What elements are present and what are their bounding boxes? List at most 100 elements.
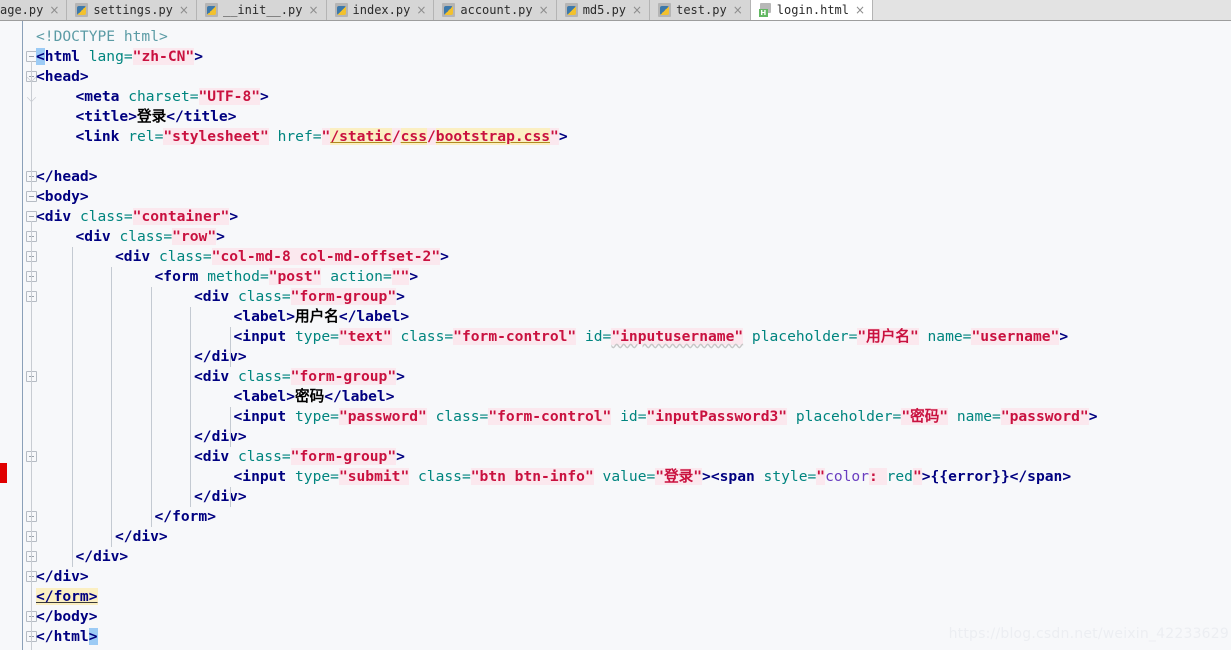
code-token-cssprop: color xyxy=(825,468,870,485)
code-token-attr: name= xyxy=(948,408,1001,425)
code-line: <div class="form-group"> xyxy=(194,287,405,307)
code-token-tag: </title> xyxy=(166,108,237,125)
tab-close-icon[interactable]: × xyxy=(733,4,743,16)
editor-tab-test-py[interactable]: test.py × xyxy=(650,0,751,20)
code-token-tag: <input xyxy=(233,328,287,345)
editor-tab-label: md5.py xyxy=(582,3,627,17)
code-token-tag: </head> xyxy=(36,168,98,185)
editor-tab-age-py[interactable]: age.py × xyxy=(0,0,68,20)
editor-tab-init-py[interactable]: __init__.py × xyxy=(196,0,327,20)
tab-close-icon[interactable]: × xyxy=(179,4,189,16)
code-line: <label>用户名</label> xyxy=(234,307,410,327)
code-token-tag: </label> xyxy=(338,308,410,325)
editor-tab-index-py[interactable]: index.py × xyxy=(326,0,435,20)
editor-tab-label: test.py xyxy=(676,3,727,17)
code-line: <input type="text" class="form-control" … xyxy=(233,327,1068,347)
code-token-str: "form-group" xyxy=(290,368,397,385)
code-line: <title>登录</title> xyxy=(76,107,237,127)
code-token-tag: <div xyxy=(194,288,230,305)
code-line: <div class="form-group"> xyxy=(194,367,405,387)
code-token-attr: lang= xyxy=(79,48,133,65)
code-token-zhtxt: 用户名 xyxy=(295,308,339,325)
code-token-str: "submit" xyxy=(338,468,410,485)
tab-close-icon[interactable]: × xyxy=(632,4,642,16)
python-file-icon xyxy=(334,3,348,17)
code-token-warnhl: </form> xyxy=(36,588,98,605)
code-token-tag: </div> xyxy=(194,348,247,365)
code-line: </form> xyxy=(36,587,98,607)
code-line: </div> xyxy=(76,547,129,567)
tab-close-icon[interactable]: × xyxy=(416,4,426,16)
code-token-attr: type= xyxy=(286,408,339,425)
code-line: <label>密码</label> xyxy=(234,387,395,407)
tab-close-icon[interactable]: × xyxy=(539,4,549,16)
code-token-tag: > xyxy=(194,48,203,65)
code-token-str: "密码" xyxy=(901,408,949,425)
code-line: <body> xyxy=(36,187,89,207)
code-line: <meta charset="UTF-8"> xyxy=(76,87,269,107)
code-token-str: "row" xyxy=(172,228,217,245)
code-token-attr: placeholder= xyxy=(743,328,858,345)
tab-close-icon[interactable]: × xyxy=(308,4,318,16)
code-editor[interactable]: <!DOCTYPE html> <html lang="zh-CN"> <head>… xyxy=(0,21,1231,650)
code-token-url: /static xyxy=(330,128,392,145)
code-token-brmatch: < xyxy=(36,48,45,65)
tab-bar-filler xyxy=(873,0,1231,20)
code-token-tag: <meta xyxy=(75,88,120,105)
editor-tab-bar: age.py × settings.py × __init__.py × index.py ×… xyxy=(0,0,1231,21)
code-line: </head> xyxy=(36,167,98,187)
code-line: </div> xyxy=(194,487,247,507)
code-content[interactable]: <!DOCTYPE html> <html lang="zh-CN"> <head>… xyxy=(0,21,1231,650)
editor-tab-label: index.py xyxy=(352,3,411,17)
code-token-tag: </div> xyxy=(75,548,129,565)
code-token-attr: class= xyxy=(426,408,489,425)
code-token-tag: <input xyxy=(233,468,287,485)
code-token-str: "post" xyxy=(268,268,322,285)
code-token-attr: class= xyxy=(110,228,173,245)
code-line: </div> xyxy=(36,567,89,587)
editor-tab-md5-py[interactable]: md5.py × xyxy=(556,0,651,20)
code-line: <div class="col-md-8 col-md-offset-2"> xyxy=(115,247,449,267)
code-token-attr: value= xyxy=(593,468,656,485)
code-token-str: "用户名" xyxy=(857,328,919,345)
code-token-str: "btn btn-info" xyxy=(470,468,594,485)
indent-guide xyxy=(111,267,112,547)
code-token-str: "password" xyxy=(1000,408,1089,425)
code-token-str: " xyxy=(816,468,826,485)
indent-guide xyxy=(150,287,152,527)
code-token-str: "container" xyxy=(132,208,230,225)
code-token-tag: <div xyxy=(194,368,230,385)
code-token-attr: method= xyxy=(198,268,269,285)
code-token-str: "text" xyxy=(338,328,392,345)
editor-tab-label: settings.py xyxy=(93,3,173,17)
code-token-str: "username" xyxy=(971,328,1060,345)
code-token-tag: <div xyxy=(194,448,230,465)
code-token-attr: charset= xyxy=(119,88,199,105)
tab-close-icon[interactable]: × xyxy=(49,4,59,16)
code-token-tag: >{{error}}</span> xyxy=(921,468,1072,485)
code-token-str: "form-group" xyxy=(290,448,397,465)
code-line: </form> xyxy=(155,507,217,527)
code-token-tag: <div xyxy=(75,228,111,245)
code-token-tag: > xyxy=(396,448,405,465)
code-token-str: "inputPassword3" xyxy=(646,408,788,425)
code-token-tag: </div> xyxy=(36,568,89,585)
code-token-tag: <div xyxy=(115,248,151,265)
code-token-tag: </form> xyxy=(154,508,217,525)
editor-tab-label: age.py xyxy=(0,3,44,17)
code-line: <html lang="zh-CN"> xyxy=(36,47,203,67)
editor-tab-account-py[interactable]: account.py × xyxy=(434,0,557,20)
code-token-attr: rel= xyxy=(119,128,164,145)
code-token-str: "" xyxy=(391,268,410,285)
code-token-str: " xyxy=(912,468,922,485)
code-line: </div> xyxy=(194,427,247,447)
code-token-attr: class= xyxy=(229,368,291,385)
code-token-tag: <label> xyxy=(233,308,296,325)
code-token-tag: html xyxy=(44,48,80,65)
code-token-cssval: red xyxy=(886,468,913,485)
code-token-attr: type= xyxy=(286,328,339,345)
editor-tab-settings-py[interactable]: settings.py × xyxy=(67,0,197,20)
code-token-tag: > xyxy=(260,88,269,105)
tab-close-icon[interactable]: × xyxy=(855,4,865,16)
editor-tab-login-html[interactable]: login.html × xyxy=(750,0,874,20)
